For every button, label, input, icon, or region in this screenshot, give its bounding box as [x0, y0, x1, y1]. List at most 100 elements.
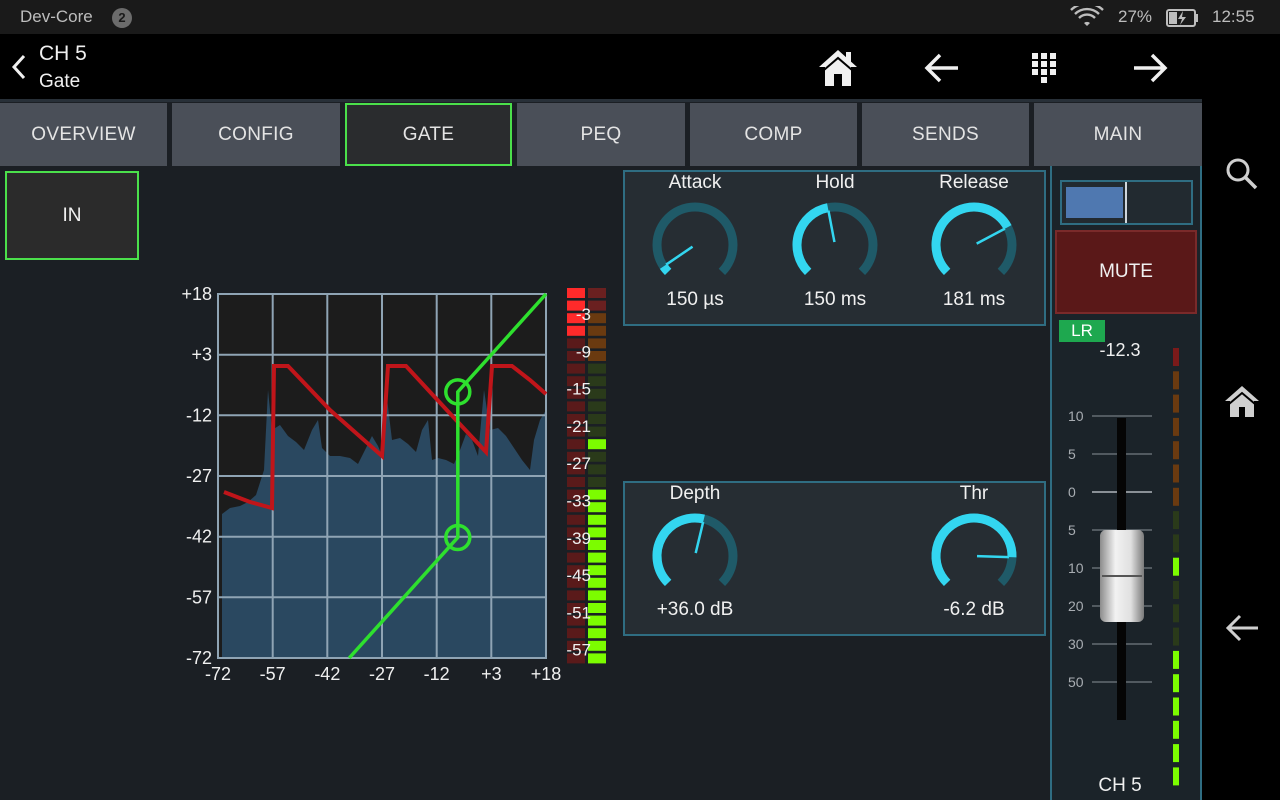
knob-pointer: [665, 245, 694, 266]
meter-tick-label: -9: [576, 342, 591, 361]
back-chevron-icon[interactable]: [6, 52, 32, 82]
strip-meter-segment: [1173, 604, 1179, 623]
app-bar: [0, 34, 1202, 100]
hold-value: 150 ms: [803, 289, 867, 310]
meter-segment: [567, 363, 585, 374]
meter-tick-label: -33: [566, 492, 591, 511]
arrow-right-icon[interactable]: [1128, 46, 1172, 90]
y-tick-label: -42: [186, 527, 212, 547]
threshold-label: Thr: [959, 483, 989, 504]
depth-knob[interactable]: [645, 509, 745, 599]
x-tick-label: -42: [314, 664, 340, 684]
pan-fill: [1066, 187, 1123, 218]
channel-name: CH 5: [39, 42, 87, 65]
tab-sends[interactable]: SENDS: [862, 103, 1029, 166]
attack-value: 150 µs: [666, 289, 724, 310]
strip-meter-segment: [1173, 674, 1179, 693]
meter-segment: [567, 628, 585, 639]
y-tick-label: -57: [186, 587, 212, 607]
mute-button[interactable]: MUTE: [1055, 230, 1197, 314]
strip-meter-segment: [1173, 511, 1179, 530]
meter-segment: [588, 477, 606, 487]
clock: 12:55: [1212, 7, 1255, 26]
strip-meter-segment: [1173, 487, 1179, 506]
y-tick-label: -27: [186, 466, 212, 486]
meter-segment: [567, 325, 585, 336]
knob-pointer: [827, 210, 836, 243]
strip-meter-segment: [1173, 581, 1179, 599]
knob-pointer: [694, 521, 705, 554]
threshold-knob[interactable]: [924, 509, 1024, 599]
meter-segment: [567, 401, 585, 412]
x-tick-label: -27: [369, 664, 395, 684]
strip-meter-segment: [1173, 557, 1179, 576]
meter-segment: [588, 288, 606, 298]
knob-pointer: [976, 554, 1010, 559]
meter-segment: [567, 590, 585, 601]
tab-gate[interactable]: GATE: [345, 103, 512, 166]
tab-config[interactable]: CONFIG: [172, 103, 340, 166]
arrow-left-icon[interactable]: [920, 46, 964, 90]
meter-segment: [588, 514, 606, 525]
gate-transfer-graph[interactable]: +18+3-12-27-42-57-72-72 -57 -42 -27 -12 +3 +18…: [160, 280, 620, 690]
meter-segment: [567, 439, 585, 450]
meter-tick-label: -57: [566, 641, 591, 660]
lr-bus-badge[interactable]: LR: [1059, 320, 1105, 342]
strip-meter-segment: [1173, 627, 1179, 646]
meter-tick-label: -45: [566, 566, 591, 585]
meter-tick-label: -39: [566, 529, 591, 548]
knob-value-arc: [792, 203, 829, 276]
knob-value-arc: [931, 202, 1012, 276]
depth-label: Depth: [669, 483, 721, 504]
channel-fader[interactable]: 1050510203050: [1052, 340, 1200, 790]
depth-value: +36.0 dB: [656, 599, 734, 620]
knob-value-arc: [659, 263, 672, 276]
strip-meter-segment: [1173, 464, 1179, 483]
tab-main[interactable]: MAIN: [1034, 103, 1202, 166]
home-icon[interactable]: [1220, 380, 1264, 424]
x-tick-label: -72: [205, 664, 231, 684]
meter-tick-label: -27: [566, 454, 591, 473]
gate-in-button[interactable]: IN: [5, 171, 139, 260]
tab-overview[interactable]: OVERVIEW: [0, 103, 167, 166]
fader-scale-label: 20: [1068, 598, 1084, 614]
fader-cap[interactable]: [1100, 530, 1144, 622]
meter-segment: [588, 325, 606, 336]
meter-segment: [567, 514, 585, 525]
app-bar-divider: [0, 99, 1202, 102]
tab-comp[interactable]: COMP: [690, 103, 857, 166]
home-icon[interactable]: [816, 46, 860, 90]
meter-segment: [567, 552, 585, 563]
knob-pointer: [976, 227, 1006, 245]
release-knob[interactable]: [924, 198, 1024, 288]
grid-icon[interactable]: [1024, 46, 1068, 90]
meter-tick-label: -3: [576, 305, 591, 324]
meter-segment: [588, 628, 606, 639]
strip-meter-segment: [1173, 417, 1179, 436]
fader-scale-label: 5: [1068, 446, 1076, 462]
y-tick-label: +18: [181, 284, 212, 304]
meter-tick-label: -21: [566, 417, 591, 436]
attack-knob[interactable]: [645, 198, 745, 288]
pan-control[interactable]: [1060, 180, 1193, 225]
strip-meter-segment: [1173, 394, 1179, 413]
strip-meter-segment: [1173, 441, 1179, 460]
attack-label: Attack: [668, 172, 722, 193]
wifi-icon: [1070, 6, 1104, 26]
x-tick-label: +18: [531, 664, 562, 684]
tab-peq[interactable]: PEQ: [517, 103, 685, 166]
notification-badge: 2: [112, 8, 132, 28]
knob-value-arc: [931, 513, 1017, 587]
meter-segment: [588, 590, 606, 601]
back-icon[interactable]: [1220, 606, 1264, 650]
meter-tick-label: -51: [566, 603, 591, 622]
fader-scale-label: 5: [1068, 522, 1076, 538]
strip-meter-segment: [1173, 348, 1179, 366]
fader-scale-label: 50: [1068, 674, 1084, 690]
strip-meter-segment: [1173, 767, 1179, 786]
strip-meter-segment: [1173, 371, 1179, 390]
hold-knob[interactable]: [785, 198, 885, 288]
threshold-value: -6.2 dB: [943, 599, 1005, 620]
search-icon[interactable]: [1220, 152, 1264, 196]
strip-channel-name: CH 5: [1098, 775, 1142, 796]
